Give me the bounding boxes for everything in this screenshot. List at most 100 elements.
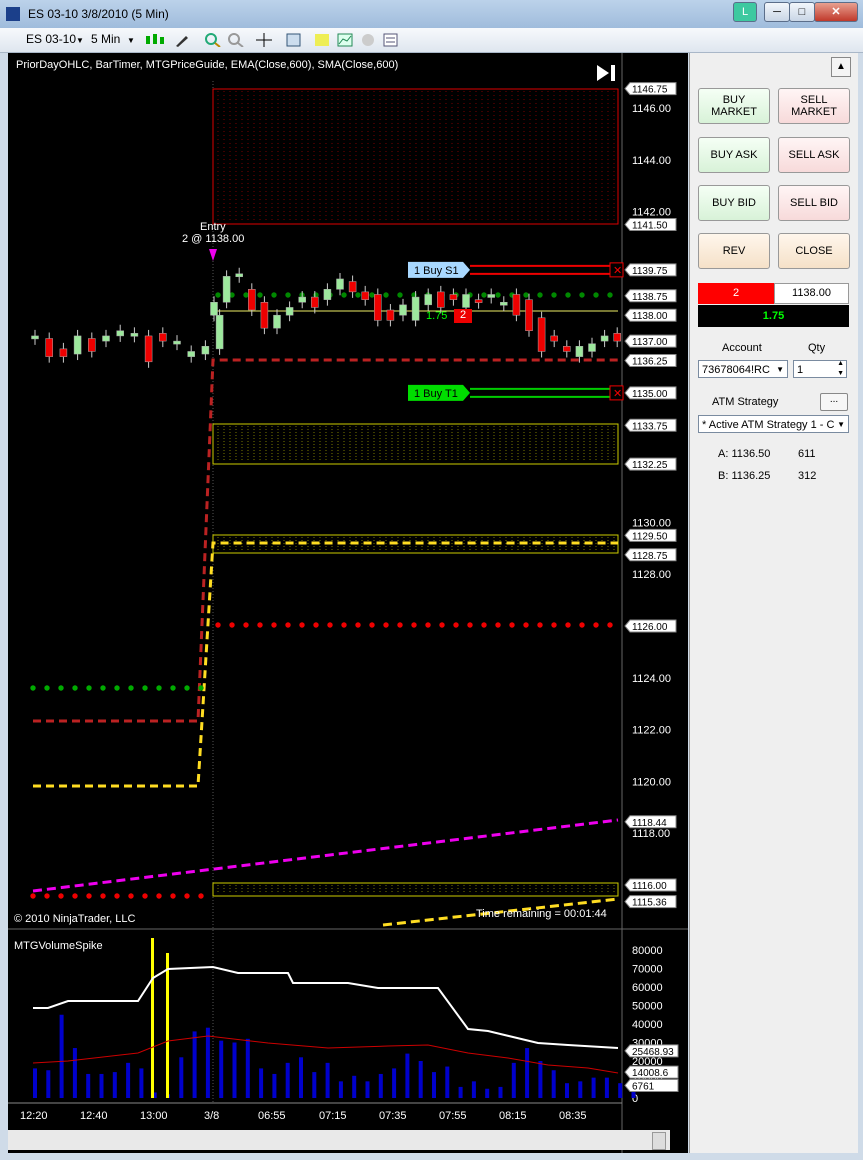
candle-body bbox=[399, 304, 407, 316]
account-label: Account bbox=[722, 342, 762, 354]
time-axis-label: 07:35 bbox=[379, 1110, 407, 1122]
volume-axis-label: 40000 bbox=[632, 1019, 663, 1031]
qty-stepper[interactable]: 1 ▲ ▼ bbox=[793, 360, 847, 378]
candle-body bbox=[424, 294, 432, 306]
stepper-arrows-icon[interactable]: ▲ ▼ bbox=[837, 359, 844, 379]
data-box-icon[interactable] bbox=[361, 33, 377, 47]
chevron-down-icon[interactable]: ▼ bbox=[76, 36, 84, 45]
volume-bar bbox=[86, 1073, 91, 1098]
price-axis-label: 1120.00 bbox=[632, 776, 671, 788]
buy-bid-button[interactable]: BUY BID bbox=[698, 185, 770, 221]
scrollbar-thumb[interactable] bbox=[652, 1132, 666, 1150]
candle-body bbox=[201, 346, 210, 355]
sell-bid-button[interactable]: SELL BID bbox=[778, 185, 850, 221]
position-qty-badge[interactable]: 2 bbox=[454, 309, 472, 323]
indicator-icon[interactable] bbox=[337, 33, 353, 47]
sell-market-button[interactable]: SELL MARKET bbox=[778, 88, 850, 124]
candle-body bbox=[116, 330, 124, 337]
candle-body bbox=[88, 338, 96, 352]
interval-selector[interactable]: 5 Min bbox=[91, 32, 120, 46]
price-tag-label: 1141.50 bbox=[632, 221, 668, 232]
volume-bar bbox=[59, 1014, 64, 1098]
horizontal-scrollbar[interactable] bbox=[8, 1130, 670, 1150]
volume-bar bbox=[405, 1053, 410, 1098]
qty-label: Qty bbox=[808, 342, 826, 354]
ask-price: A: 1136.50 bbox=[718, 448, 771, 460]
window-title: ES 03-10 3/8/2010 (5 Min) bbox=[28, 7, 169, 21]
volume-bar bbox=[99, 1073, 104, 1098]
close-position-button[interactable]: CLOSE bbox=[778, 233, 850, 269]
price-axis-label: 1130.00 bbox=[632, 517, 671, 529]
volume-bar bbox=[538, 1061, 543, 1098]
volume-axis-label: 50000 bbox=[632, 1001, 663, 1013]
link-badge[interactable]: L bbox=[733, 2, 757, 22]
minimize-button[interactable]: ─ bbox=[764, 2, 790, 22]
volume-bar bbox=[445, 1066, 450, 1098]
candlestick-icon[interactable] bbox=[144, 33, 168, 47]
volume-bar bbox=[285, 1062, 290, 1098]
instrument-selector[interactable]: ES 03-10 bbox=[26, 32, 76, 46]
volume-tag-label: 25468.93 bbox=[632, 1047, 674, 1058]
crosshair-icon[interactable] bbox=[256, 33, 272, 47]
candle-body bbox=[260, 302, 269, 329]
volume-bar bbox=[432, 1072, 436, 1098]
zoom-out-icon[interactable] bbox=[228, 33, 244, 47]
candle-body bbox=[550, 335, 558, 342]
price-tag-label: 1129.50 bbox=[632, 531, 668, 542]
volume-bar bbox=[312, 1072, 317, 1098]
time-axis-label: 12:20 bbox=[20, 1110, 48, 1122]
chart-area[interactable]: 1 Buy S1 ✕ 1 Buy T1 ✕ 1146.00 1144.00 1142.00… bbox=[8, 53, 688, 1153]
volume-bar bbox=[591, 1077, 596, 1098]
chevron-down-icon: ▼ bbox=[776, 365, 784, 374]
volume-bar bbox=[578, 1081, 583, 1098]
atm-strategy-select[interactable]: * Active ATM Strategy 1 - C ▼ bbox=[698, 415, 849, 433]
candle-body bbox=[323, 289, 332, 300]
candle-body bbox=[374, 294, 382, 321]
volume-bar bbox=[498, 1086, 503, 1098]
volume-bar bbox=[551, 1070, 556, 1098]
chart-trader-panel: ▲ BUY MARKET SELL MARKET BUY ASK SELL AS… bbox=[689, 53, 858, 1153]
volume-bar bbox=[325, 1062, 330, 1098]
price-chart[interactable]: 1 Buy S1 ✕ 1 Buy T1 ✕ 1146.00 1144.00 1142.00… bbox=[8, 53, 688, 1153]
volume-bar bbox=[126, 1062, 131, 1098]
pencil-icon[interactable] bbox=[174, 33, 190, 47]
volume-bar bbox=[259, 1068, 264, 1098]
go-to-end-icon[interactable] bbox=[596, 64, 618, 82]
strategy-icon[interactable] bbox=[314, 33, 330, 47]
price-tag-label: 1146.75 bbox=[632, 85, 668, 96]
zoom-in-icon[interactable] bbox=[205, 33, 221, 47]
properties-icon[interactable] bbox=[286, 33, 302, 47]
candle-body bbox=[474, 299, 483, 303]
maximize-button[interactable]: □ bbox=[789, 2, 815, 22]
volume-bar bbox=[299, 1057, 303, 1098]
volume-bar bbox=[511, 1062, 516, 1098]
volume-bar bbox=[485, 1088, 490, 1098]
volume-spike-bar bbox=[151, 938, 154, 1098]
volume-spike-bar bbox=[166, 953, 169, 1098]
volume-tag-label: 14008.6 bbox=[632, 1068, 669, 1079]
chevron-down-icon[interactable]: ▼ bbox=[127, 36, 135, 45]
reverse-button[interactable]: REV bbox=[698, 233, 770, 269]
candle-body bbox=[525, 299, 533, 331]
volume-bar bbox=[205, 1027, 210, 1098]
price-axis-label: 1118.00 bbox=[632, 828, 670, 840]
atm-settings-button[interactable]: ... bbox=[820, 393, 848, 411]
price-tag-label: 1126.00 bbox=[632, 622, 668, 633]
candle-body bbox=[173, 340, 181, 345]
collapse-panel-button[interactable]: ▲ bbox=[831, 57, 851, 77]
cancel-order-icon: ✕ bbox=[613, 388, 622, 400]
volume-bar bbox=[352, 1075, 357, 1098]
sell-ask-button[interactable]: SELL ASK bbox=[778, 137, 850, 173]
list-icon[interactable] bbox=[383, 33, 399, 47]
buy-ask-button[interactable]: BUY ASK bbox=[698, 137, 770, 173]
volume-axis-label: 70000 bbox=[632, 964, 663, 976]
candle-body bbox=[348, 281, 357, 293]
close-window-button[interactable]: ✕ bbox=[814, 2, 858, 22]
ask-size: 611 bbox=[798, 448, 816, 460]
price-axis-label: 1128.00 bbox=[632, 569, 671, 581]
buy-market-button[interactable]: BUY MARKET bbox=[698, 88, 770, 124]
entry-detail: 2 @ 1138.00 bbox=[182, 233, 245, 245]
candle-body bbox=[187, 351, 195, 357]
account-select[interactable]: 73678064!RC ▼ bbox=[698, 360, 788, 378]
window-titlebar: ES 03-10 3/8/2010 (5 Min) L ─ □ ✕ bbox=[0, 0, 863, 28]
